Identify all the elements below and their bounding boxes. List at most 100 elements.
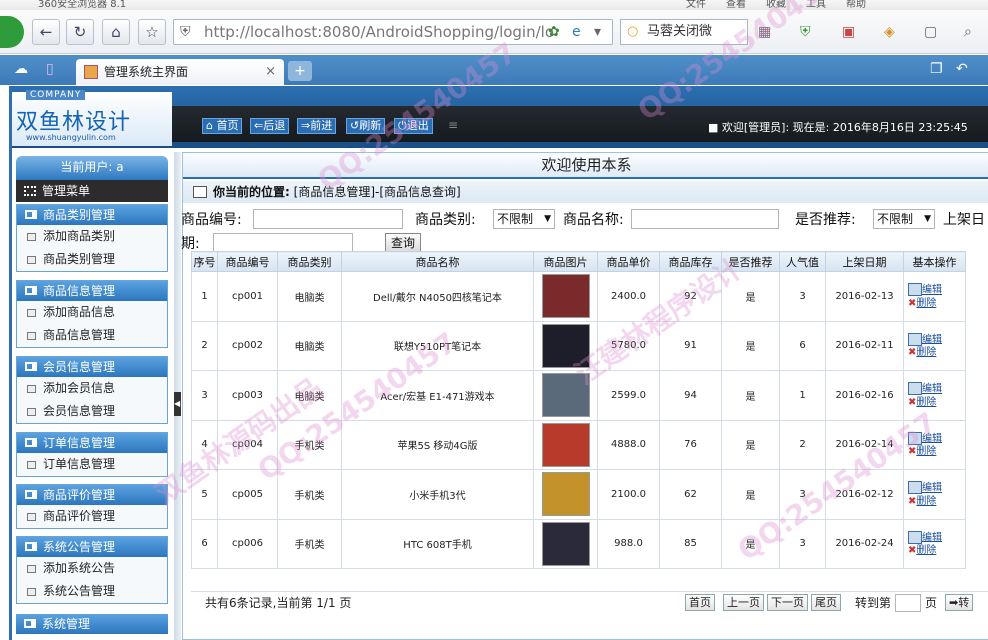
edit-link[interactable]: 编辑 (922, 384, 942, 395)
rec-select[interactable]: 不限制 ▼ (873, 209, 935, 229)
menu-tools[interactable]: 工具 (806, 0, 826, 10)
edit-icon[interactable] (908, 382, 922, 395)
search-input[interactable]: ○ 马蓉关闭微 (620, 19, 748, 45)
back-button[interactable]: ⇐后退 (250, 118, 290, 134)
edit-link[interactable]: 编辑 (922, 483, 942, 494)
security-icon[interactable]: ⛨ (800, 24, 811, 40)
address-bar[interactable]: ⛨ http://localhost:8080/AndroidShopping/… (173, 19, 613, 45)
sidebar-item-add-member[interactable]: 添加会员信息 (17, 377, 167, 400)
next-page-button[interactable]: 下一页 (767, 594, 808, 611)
section-header[interactable]: 商品信息管理 (17, 281, 167, 301)
ie-icon[interactable]: e (572, 24, 581, 40)
menu-favorites[interactable]: 收藏 (766, 0, 786, 10)
logout-button[interactable]: ⏻退出 (394, 118, 433, 134)
sidebar-item-add-notice[interactable]: 添加系统公告 (17, 557, 167, 580)
extension-icon[interactable]: ◈ (884, 24, 895, 40)
product-image[interactable] (541, 521, 590, 566)
sidebar-item-add-category[interactable]: 添加商品类别 (17, 225, 167, 248)
welcome-message: 欢迎[管理员]: 现在是: 2016年8月16日 23:25:45 (721, 121, 968, 134)
sidebar-toggle[interactable]: ◀ (174, 152, 181, 640)
delete-link[interactable]: 删除 (916, 347, 936, 358)
forward-button[interactable]: ⇒前进 (297, 118, 337, 134)
sidebar-item-manage-review[interactable]: 商品评价管理 (17, 505, 167, 528)
cell-name: 小米手机3代 (341, 469, 534, 520)
restore-icon[interactable]: ❐ (930, 61, 943, 77)
new-tab-button[interactable]: + (288, 61, 312, 81)
date-input[interactable] (213, 233, 353, 253)
product-image[interactable] (541, 373, 590, 418)
star-icon[interactable]: ☆ (138, 19, 166, 45)
page-input[interactable] (895, 594, 921, 612)
edit-icon[interactable] (908, 481, 922, 494)
app-header: COMPANY 双鱼林设计 www.shuangyulin.com ⌂ 首页 ⇐… (12, 86, 988, 148)
go-button[interactable]: ➡转 (945, 594, 974, 611)
delete-link[interactable]: 删除 (916, 446, 936, 457)
cloud-icon[interactable]: ☁ (14, 61, 28, 77)
sidebar-item-manage-category[interactable]: 商品类别管理 (17, 248, 167, 271)
refresh-icon[interactable]: ↻ (66, 19, 94, 45)
collapse-arrow-icon[interactable]: ◀ (174, 392, 181, 416)
type-select[interactable]: 不限制 ▼ (493, 209, 555, 229)
section-system[interactable]: 系统管理 (16, 614, 168, 634)
cell-stock: 94 (659, 370, 722, 421)
sidebar-item-manage-notice[interactable]: 系统公告管理 (17, 580, 167, 603)
name-input[interactable] (631, 209, 779, 229)
last-page-button[interactable]: 尾页 (811, 594, 841, 611)
refresh-button[interactable]: ↺刷新 (346, 118, 386, 134)
url-dropdown-icon[interactable]: ▾ (594, 24, 601, 40)
cell-image (533, 370, 598, 421)
sidebar-item-manage-product[interactable]: 商品信息管理 (17, 324, 167, 347)
section-header[interactable]: 商品评价管理 (17, 485, 167, 505)
menu-help[interactable]: 帮助 (846, 0, 866, 10)
table-row: 5 cp005 手机类 小米手机3代 2100.0 62 是 3 2016-02-12 编辑 ✖删除 (191, 469, 966, 520)
delete-link[interactable]: 删除 (916, 397, 936, 408)
home-icon[interactable]: ⌂ (102, 19, 130, 45)
home-button[interactable]: ⌂ 首页 (202, 118, 243, 134)
sidebar-item-manage-order[interactable]: 订单信息管理 (17, 453, 167, 476)
section-icon (25, 490, 37, 499)
delete-link[interactable]: 删除 (916, 545, 936, 556)
query-button[interactable]: 查询 (385, 233, 421, 253)
cell-no: 4 (191, 419, 218, 470)
grid-icon[interactable]: ▦ (758, 24, 771, 40)
cell-type: 电脑类 (277, 271, 342, 322)
screenshot-icon[interactable]: ▢ (924, 24, 937, 40)
menu-view[interactable]: 查看 (726, 0, 746, 10)
delete-link[interactable]: 删除 (916, 496, 936, 507)
search-icon[interactable]: ⌕ (964, 24, 972, 40)
code-input[interactable] (253, 209, 403, 229)
delete-link[interactable]: 删除 (916, 298, 936, 309)
edit-icon[interactable] (908, 332, 922, 346)
adblock-icon[interactable]: ▣ (842, 24, 855, 40)
tab-list-icon[interactable]: ▯ (46, 61, 54, 77)
product-image[interactable] (541, 323, 590, 368)
undo-icon[interactable]: ↶ (956, 61, 968, 77)
edit-icon[interactable] (908, 283, 922, 296)
compat-icon[interactable]: ✿ (548, 24, 560, 40)
edit-link[interactable]: 编辑 (922, 433, 942, 444)
edit-link[interactable]: 编辑 (922, 532, 942, 543)
edit-icon[interactable] (908, 431, 922, 445)
col-stock: 商品库存 (659, 251, 722, 272)
main-menu-label: 管理菜单 (42, 184, 91, 198)
tab-main[interactable]: 管理系统主界面 × (76, 59, 284, 85)
product-image[interactable] (541, 472, 590, 517)
close-tab-icon[interactable]: × (265, 59, 276, 85)
edit-link[interactable]: 编辑 (922, 285, 942, 296)
section-header[interactable]: 系统公告管理 (17, 537, 167, 557)
sidebar-item-manage-member[interactable]: 会员信息管理 (17, 400, 167, 423)
section-header[interactable]: 订单信息管理 (17, 433, 167, 453)
edit-link[interactable]: 编辑 (922, 334, 942, 345)
first-page-button[interactable]: 首页 (685, 594, 715, 611)
section-header[interactable]: 商品类别管理 (17, 205, 167, 225)
table-row: 3 cp003 电脑类 Acer/宏基 E1-471游戏本 2599.0 94 是 1 2016… (191, 370, 966, 421)
sidebar-item-add-product[interactable]: 添加商品信息 (17, 301, 167, 324)
prev-page-button[interactable]: 上一页 (723, 594, 764, 611)
cell-ops: 编辑 ✖删除 (903, 419, 966, 470)
product-image[interactable] (541, 274, 590, 319)
section-header[interactable]: 会员信息管理 (17, 357, 167, 377)
back-icon[interactable]: ← (32, 19, 60, 45)
menu-file[interactable]: 文件 (686, 0, 706, 10)
edit-icon[interactable] (908, 530, 922, 544)
product-image[interactable] (541, 422, 590, 467)
